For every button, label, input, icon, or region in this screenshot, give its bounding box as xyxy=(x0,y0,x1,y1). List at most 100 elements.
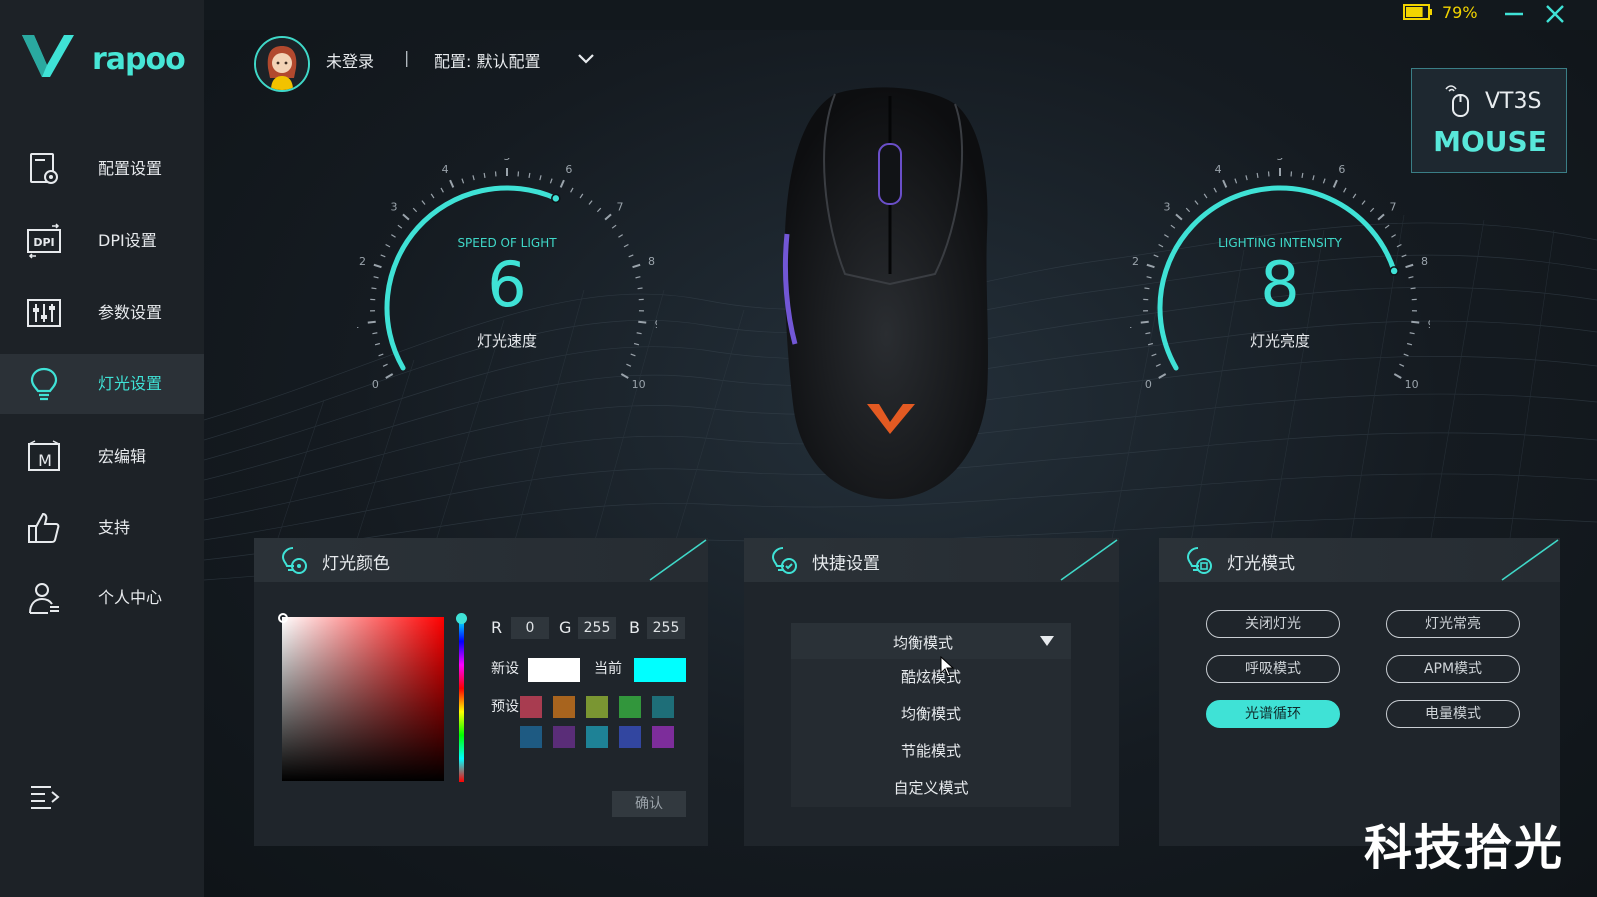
minimize-icon[interactable] xyxy=(1502,6,1526,22)
b-input[interactable] xyxy=(647,617,685,639)
dropdown-options: 酷炫模式 均衡模式 节能模式 自定义模式 xyxy=(791,659,1071,807)
thumbs-up-icon xyxy=(28,512,60,543)
dropdown-option[interactable]: 自定义模式 xyxy=(791,770,1071,807)
sidebar-item-support[interactable]: 支持 xyxy=(0,498,204,558)
brand-logo: rapoo xyxy=(20,32,190,84)
header-divider: | xyxy=(404,48,410,67)
mode-breathing-button[interactable]: 呼吸模式 xyxy=(1206,655,1340,683)
rapoo-v-logo-icon xyxy=(22,35,74,77)
preset-swatch[interactable] xyxy=(586,726,608,748)
gauge-tick-label: 10 xyxy=(1405,378,1419,391)
close-icon[interactable] xyxy=(1543,2,1567,26)
mode-steady-button[interactable]: 灯光常亮 xyxy=(1386,610,1520,638)
device-badge: VT3S MOUSE xyxy=(1411,68,1567,173)
sidebar-item-account[interactable]: 个人中心 xyxy=(0,568,204,628)
panel-accent-line xyxy=(1060,539,1118,581)
gauge-tick xyxy=(1312,175,1315,181)
gauge-tick-label: 6 xyxy=(1338,163,1345,176)
gauge-tick xyxy=(630,353,636,357)
preset-swatch[interactable] xyxy=(619,696,641,718)
gauge-tick xyxy=(1140,320,1149,324)
preset-swatch[interactable] xyxy=(652,696,674,718)
intensity-gauge[interactable]: 012345678910 LIGHTING INTENSITY 8 灯光亮度 xyxy=(1130,158,1430,408)
mode-apm-button[interactable]: APM模式 xyxy=(1386,655,1520,683)
hue-slider-handle[interactable] xyxy=(456,613,467,624)
bulb-palette-icon xyxy=(281,547,307,574)
color-picker-area[interactable] xyxy=(282,617,444,781)
chevron-down-icon[interactable] xyxy=(576,50,596,68)
confirm-button[interactable]: 确认 xyxy=(612,791,686,817)
mouse-product-image xyxy=(782,87,988,499)
sidebar-item-label: DPI设置 xyxy=(98,231,157,250)
gauge-tick-label: 10 xyxy=(632,378,646,391)
user-name[interactable]: 未登录 xyxy=(326,48,374,72)
gauge-tick-label: 0 xyxy=(1145,378,1152,391)
gauge-tick xyxy=(559,179,565,188)
sidebar-item-label: 配置设置 xyxy=(98,159,163,178)
g-input[interactable] xyxy=(578,617,616,639)
mode-off-button[interactable]: 关闭灯光 xyxy=(1206,610,1340,638)
gauge-tick xyxy=(1256,172,1259,178)
dropdown-option[interactable]: 酷炫模式 xyxy=(791,659,1071,696)
gauge-tick xyxy=(1377,213,1385,221)
gauge-tick xyxy=(528,172,531,178)
sidebar-item-label: 宏编辑 xyxy=(98,447,147,466)
gauge-tick-label: 0 xyxy=(372,378,379,391)
panel-accent-line xyxy=(1501,539,1559,581)
mode-spectrum-button[interactable]: 光谱循环 xyxy=(1206,700,1340,728)
avatar[interactable] xyxy=(254,36,310,92)
gauge-tick xyxy=(367,320,376,324)
gauge-tick xyxy=(1361,200,1366,205)
user-icon xyxy=(29,583,59,614)
color-picker-handle[interactable] xyxy=(278,613,288,623)
gauge-tick xyxy=(638,320,647,324)
hue-slider[interactable] xyxy=(459,618,464,782)
gauge-tick xyxy=(1332,179,1338,188)
svg-text:DPI: DPI xyxy=(33,236,54,249)
gauge-tick xyxy=(604,213,612,221)
light-color-panel: 灯光颜色 R G B 新设 当前 预设 确认 xyxy=(254,538,708,846)
gauge-tick-label: 3 xyxy=(391,200,398,213)
preset-swatch[interactable] xyxy=(652,726,674,748)
speed-gauge[interactable]: 012345678910 SPEED OF LIGHT 6 灯光速度 xyxy=(357,158,657,408)
gauge-tick xyxy=(570,187,574,193)
preset-swatch[interactable] xyxy=(553,696,575,718)
gauge-tick xyxy=(1403,353,1409,357)
preset-swatch[interactable] xyxy=(520,696,542,718)
gauge-label: 灯光亮度 xyxy=(1249,332,1310,350)
gauge-tick xyxy=(1151,353,1157,357)
gauge-tick-label: 5 xyxy=(1277,158,1284,163)
panel-title: 快捷设置 xyxy=(812,554,880,574)
gauge-tick xyxy=(1411,320,1420,324)
sidebar-item-config[interactable]: 配置设置 xyxy=(0,139,204,199)
gauge-tick xyxy=(588,200,593,205)
preset-swatch[interactable] xyxy=(619,726,641,748)
sidebar-item-lighting[interactable]: 灯光设置 xyxy=(0,354,204,414)
sliders-icon xyxy=(27,299,61,327)
bulb-mode-icon xyxy=(1186,547,1212,574)
gauge-tick xyxy=(1158,373,1167,379)
sidebar-item-label: 个人中心 xyxy=(98,588,163,607)
dropdown-option[interactable]: 节能模式 xyxy=(791,733,1071,770)
r-input[interactable] xyxy=(511,617,549,639)
sidebar-item-params[interactable]: 参数设置 xyxy=(0,283,204,343)
profile-selector[interactable]: 配置: 默认配置 xyxy=(434,48,540,72)
sidebar-item-dpi[interactable]: DPI DPI设置 xyxy=(0,211,204,271)
mode-dropdown[interactable]: 均衡模式 xyxy=(791,623,1071,659)
gauge-tick xyxy=(1301,172,1304,178)
dpi-icon: DPI xyxy=(27,223,61,259)
mode-battery-button[interactable]: 电量模式 xyxy=(1386,700,1520,728)
gauge-tick xyxy=(1352,193,1357,199)
menu-collapse-icon[interactable] xyxy=(28,782,62,812)
current-color-swatch xyxy=(634,658,686,682)
preset-swatch[interactable] xyxy=(586,696,608,718)
sidebar-item-macro[interactable]: M 宏编辑 xyxy=(0,427,204,487)
avatar-face-icon xyxy=(256,38,308,90)
dropdown-option[interactable]: 均衡模式 xyxy=(791,696,1071,733)
gauge-tick xyxy=(421,200,426,205)
gauge-tick xyxy=(1194,200,1199,205)
gauge-tick xyxy=(412,207,418,213)
preset-swatch[interactable] xyxy=(520,726,542,748)
preset-swatch[interactable] xyxy=(553,726,575,748)
sidebar-item-label: 支持 xyxy=(98,518,131,537)
